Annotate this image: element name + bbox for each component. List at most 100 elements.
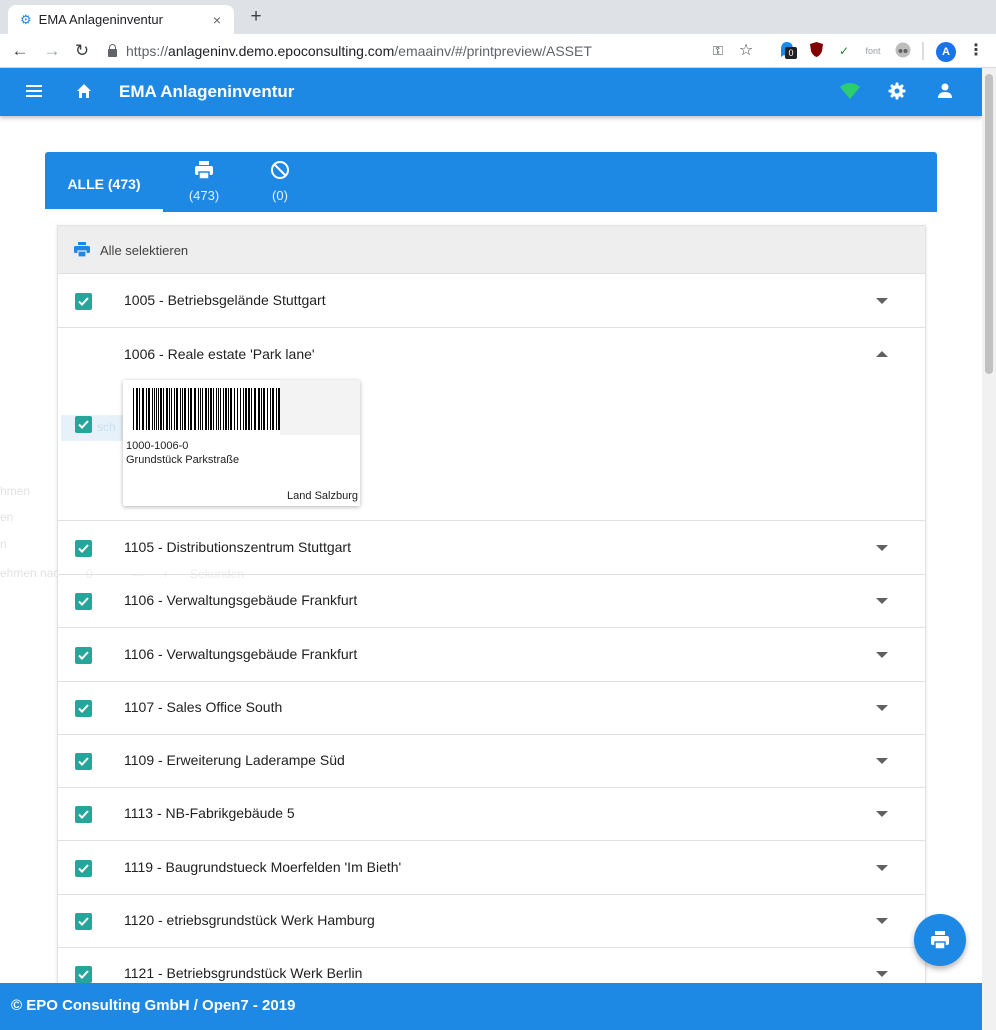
tab-excluded[interactable]: (0) — [253, 152, 307, 212]
barcode-bar — [263, 388, 265, 430]
asset-label: 1120 - etriebsgrundstück Werk Hamburg — [124, 912, 375, 928]
expand-caret-icon[interactable] — [876, 705, 888, 711]
barcode-bar — [220, 388, 221, 430]
row-checkbox[interactable] — [75, 416, 92, 433]
new-tab-button[interactable]: + — [244, 6, 268, 28]
print-fab-button[interactable] — [914, 914, 966, 966]
browser-tab[interactable]: ⚙ EMA Anlageninventur × — [8, 5, 234, 34]
tab-all[interactable]: ALLE (473) — [45, 152, 163, 212]
forward-icon[interactable]: → — [42, 40, 62, 62]
asset-row[interactable]: 1121 - Betriebsgrundstück Werk Berlin — [58, 948, 925, 984]
asset-list-panel: Alle selektieren 1005 - Betriebsgelände … — [57, 225, 926, 985]
expand-caret-icon[interactable] — [876, 758, 888, 764]
select-all-bar[interactable]: Alle selektieren — [58, 226, 925, 274]
barcode-bar — [208, 388, 209, 430]
ghost-text: en — [0, 510, 14, 524]
asset-row[interactable]: 1105 - Distributionszentrum Stuttgart — [58, 522, 925, 575]
row-checkbox[interactable] — [75, 293, 92, 310]
font-extension-icon[interactable]: font — [862, 42, 884, 60]
asset-row[interactable]: 1119 - Baugrundstueck Moerfelden 'Im Bie… — [58, 842, 925, 895]
expand-caret-icon[interactable] — [876, 298, 888, 304]
barcode-bar — [171, 388, 172, 430]
barcode-bar — [218, 388, 219, 430]
barcode-bar — [163, 388, 164, 430]
asset-row[interactable]: 1005 - Betriebsgelände Stuttgart — [58, 275, 925, 328]
active-tab-indicator — [45, 209, 163, 212]
row-checkbox[interactable] — [75, 593, 92, 610]
hamburger-menu-icon[interactable] — [26, 85, 42, 97]
expand-caret-icon[interactable] — [876, 811, 888, 817]
barcode-bar — [202, 388, 203, 430]
asset-row-expanded[interactable]: 1006 - Reale estate 'Park lane' sch 1000… — [58, 329, 925, 521]
label-preview-card: 1000-1006-0 Grundstück Parkstraße Land S… — [123, 380, 360, 506]
app-title: EMA Anlageninventur — [119, 82, 295, 101]
barcode-bar — [133, 388, 134, 430]
barcode-bar — [210, 388, 212, 430]
star-icon[interactable]: ☆ — [736, 42, 756, 60]
home-icon[interactable] — [76, 83, 92, 99]
row-checkbox[interactable] — [75, 647, 92, 664]
row-checkbox[interactable] — [75, 540, 92, 557]
barcode-bar — [205, 388, 207, 430]
barcode-bar — [169, 388, 170, 430]
barcode-bar — [276, 388, 277, 430]
key-icon[interactable]: ⚿ — [708, 42, 728, 60]
collapse-caret-icon[interactable] — [876, 351, 888, 357]
barcode-bar — [243, 388, 244, 430]
barcode-bar — [278, 388, 280, 430]
expand-caret-icon[interactable] — [876, 598, 888, 604]
expand-caret-icon[interactable] — [876, 918, 888, 924]
back-icon[interactable]: ← — [10, 40, 30, 62]
row-checkbox[interactable] — [75, 913, 92, 930]
barcode-bar — [184, 388, 186, 430]
incognito-extension-icon[interactable] — [894, 42, 912, 60]
tab-print[interactable]: (473) — [173, 152, 235, 212]
asset-row[interactable]: 1109 - Erweiterung Laderampe Süd — [58, 735, 925, 788]
barcode-bar — [240, 388, 241, 430]
asset-label: 1105 - Distributionszentrum Stuttgart — [124, 539, 351, 555]
row-checkbox[interactable] — [75, 700, 92, 717]
barcode-bar — [251, 388, 252, 430]
asset-row[interactable]: 1120 - etriebsgrundstück Werk Hamburg — [58, 895, 925, 948]
url-scheme: https:// — [126, 43, 169, 59]
row-checkbox[interactable] — [75, 806, 92, 823]
page-scrollbar[interactable] — [982, 68, 996, 1030]
settings-gear-icon[interactable] — [888, 82, 906, 100]
row-checkbox[interactable] — [75, 966, 92, 983]
user-account-icon[interactable] — [936, 82, 954, 100]
app-footer: © EPO Consulting GmbH / Open7 - 2019 — [0, 983, 982, 1030]
expand-caret-icon[interactable] — [876, 652, 888, 658]
asset-row[interactable]: 1106 - Verwaltungsgebäude Frankfurt — [58, 629, 925, 682]
asset-row[interactable]: 1113 - NB-Fabrikgebäude 5 — [58, 788, 925, 841]
expand-caret-icon[interactable] — [876, 545, 888, 551]
barcode-bar — [136, 388, 138, 430]
barcode-bar — [166, 388, 168, 430]
barcode-bar — [272, 388, 274, 430]
barcode-bar — [152, 388, 153, 430]
expand-caret-icon[interactable] — [876, 971, 888, 977]
expand-caret-icon[interactable] — [876, 865, 888, 871]
browser-toolbar: ← → ↻ https://anlageninv.demo.epoconsult… — [0, 34, 996, 68]
address-bar[interactable]: https://anlageninv.demo.epoconsulting.co… — [108, 38, 760, 64]
app-header: EMA Anlageninventur — [0, 68, 982, 116]
barcode-bar — [198, 388, 199, 430]
asset-row[interactable]: 1106 - Verwaltungsgebäude Frankfurt — [58, 575, 925, 628]
menu-dots-icon[interactable]: ⋮ — [968, 42, 984, 60]
barcode-bar — [182, 388, 183, 430]
toolbar-divider — [922, 42, 924, 60]
footer-copyright: © EPO Consulting GmbH / Open7 - 2019 — [11, 997, 296, 1014]
reload-icon[interactable]: ↻ — [72, 40, 92, 62]
barcode-bar — [216, 388, 217, 430]
check-extension-icon[interactable]: ✓ — [836, 42, 852, 60]
barcode-bar — [148, 388, 150, 430]
scrollbar-thumb[interactable] — [985, 74, 993, 374]
barcode-bar — [213, 388, 214, 430]
close-tab-icon[interactable]: × — [206, 12, 228, 28]
row-checkbox[interactable] — [75, 753, 92, 770]
asset-row[interactable]: 1107 - Sales Office South — [58, 682, 925, 735]
profile-avatar[interactable]: A — [936, 42, 956, 62]
row-checkbox[interactable] — [75, 860, 92, 877]
barcode-bar — [180, 388, 181, 430]
ublock-shield-icon[interactable] — [808, 42, 824, 60]
barcode-bar — [230, 388, 232, 430]
